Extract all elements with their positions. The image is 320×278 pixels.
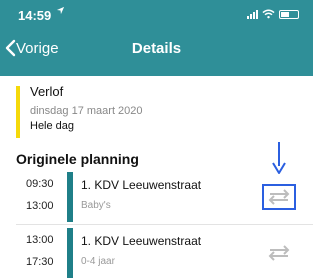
leave-date: dinsdag 17 maart 2020 xyxy=(30,105,143,117)
swap-button[interactable] xyxy=(262,240,296,266)
shift-location: 1. KDV Leeuwenstraat xyxy=(81,234,202,248)
status-time: 14:59 xyxy=(18,8,52,23)
swap-icon xyxy=(268,189,290,205)
page-title: Details xyxy=(131,40,182,57)
battery-icon xyxy=(279,9,299,19)
app-header: 14:59 Vorige Details xyxy=(0,0,313,76)
leave-title: Verlof xyxy=(30,84,64,99)
swap-icon xyxy=(268,245,290,261)
shift-group: Baby's xyxy=(81,200,111,211)
shift-end-time: 13:00 xyxy=(26,200,54,212)
shift-color-bar xyxy=(67,172,73,222)
leave-duration: Hele dag xyxy=(30,120,75,132)
section-title: Originele planning xyxy=(16,151,139,167)
shift-group: 0-4 jaar xyxy=(81,256,115,267)
leave-card: Verlof dinsdag 17 maart 2020 Hele dag xyxy=(16,84,306,138)
signal-icon xyxy=(247,9,258,19)
status-icons xyxy=(247,9,299,19)
shift-row[interactable]: 13:00 17:30 1. KDV Leeuwenstraat 0-4 jaa… xyxy=(0,228,313,278)
row-divider xyxy=(16,224,313,225)
arrow-down-icon xyxy=(272,142,286,174)
shift-start-time: 09:30 xyxy=(26,178,54,190)
leave-color-bar xyxy=(16,86,20,138)
shift-location: 1. KDV Leeuwenstraat xyxy=(81,178,202,192)
swap-button[interactable] xyxy=(262,184,296,210)
shift-end-time: 17:30 xyxy=(26,256,54,268)
shift-color-bar xyxy=(67,228,73,278)
wifi-icon xyxy=(262,9,275,19)
shift-row[interactable]: 09:30 13:00 1. KDV Leeuwenstraat Baby's xyxy=(0,172,313,222)
shift-start-time: 13:00 xyxy=(26,234,54,246)
location-arrow-icon xyxy=(56,6,65,15)
